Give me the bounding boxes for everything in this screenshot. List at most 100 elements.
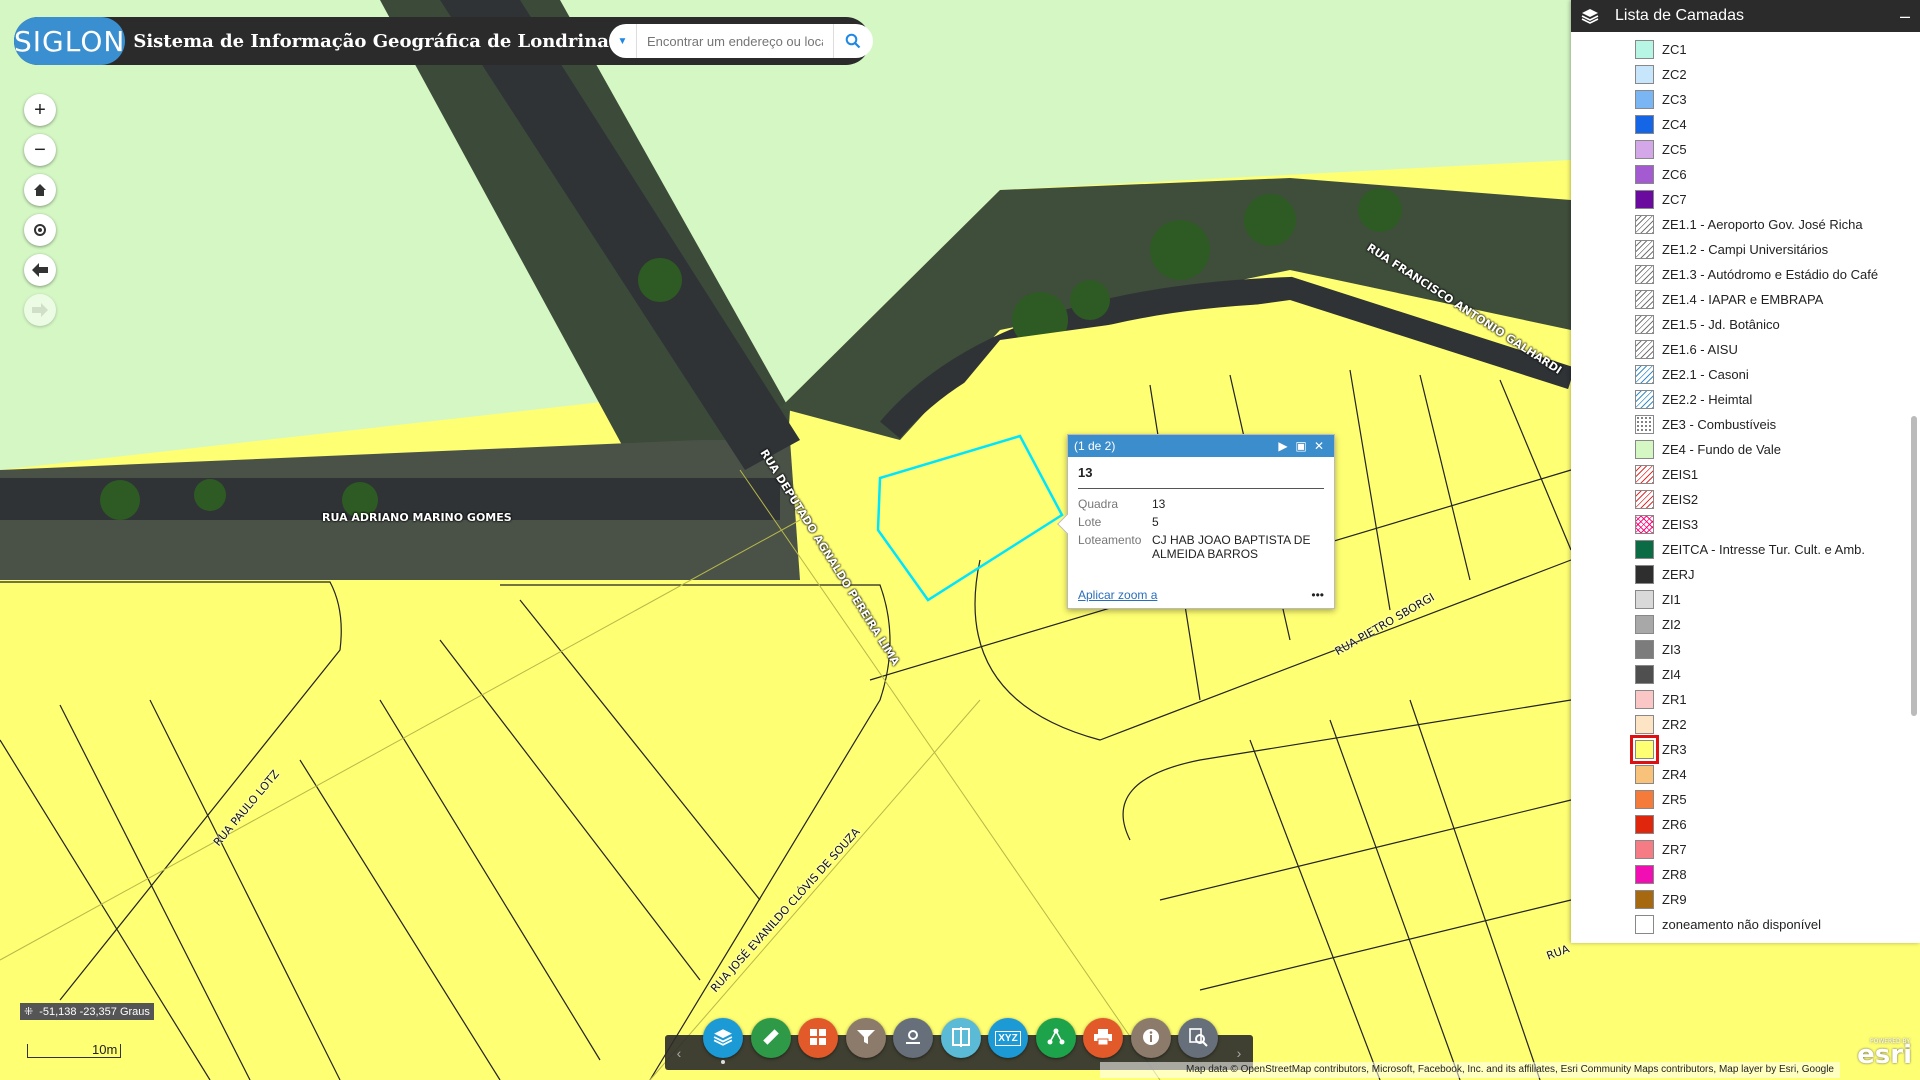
legend-item[interactable]: ZC1 [1635,38,1687,60]
legend-item[interactable]: ZE1.6 - AISU [1635,338,1738,360]
filter-icon [856,1028,876,1049]
app-header: SIGLON Sistema de Informação Geográfica … [14,17,873,65]
legend-list[interactable]: ZC1 ZC2 ZC3 ZC4 ZC5 ZC6 ZC7 ZE1.1 - Aeroporto G… [1571,32,1908,943]
zoom-in-button[interactable]: + [24,94,56,126]
legend-item[interactable]: ZR2 [1635,713,1687,735]
query-icon [1188,1027,1208,1050]
scroll-thumb[interactable] [1911,416,1917,716]
next-extent-button[interactable] [24,294,56,326]
search-button[interactable] [832,24,873,58]
legend-swatch [1635,314,1654,334]
legend-item[interactable]: ZI3 [1635,638,1681,660]
share-button[interactable] [1035,1018,1076,1058]
legend-item[interactable]: ZEITCA - Intresse Tur. Cult. e Amb. [1635,538,1865,560]
legend-item[interactable]: ZE4 - Fundo de Vale [1635,438,1781,460]
legend-item[interactable]: ZI2 [1635,613,1681,635]
legend-label: ZI1 [1662,591,1681,607]
maximize-icon[interactable]: ▣ [1292,439,1310,453]
legend-label: ZR2 [1662,716,1687,732]
legend-item[interactable]: ZC7 [1635,188,1687,210]
attribute-key: Loteamento [1078,533,1142,547]
legend-item[interactable]: ZC6 [1635,163,1687,185]
search-input[interactable] [636,26,833,56]
home-button[interactable] [24,174,56,206]
legend-swatch [1635,914,1654,934]
attribute-row: Lote 5 [1078,513,1324,531]
coordinate-readout[interactable]: ⁜ -51,138 -23,357 Graus [20,1003,154,1020]
next-feature-icon[interactable]: ▶ [1274,439,1292,453]
legend-swatch [1635,339,1654,359]
legend-item[interactable]: ZC2 [1635,63,1687,85]
basemap-gallery-icon [809,1028,827,1049]
query-button[interactable] [1178,1018,1218,1058]
xyz-coordinates-icon: XYZ [995,1030,1021,1046]
legend-swatch [1635,414,1654,434]
locate-button[interactable] [24,214,56,246]
legend-label: ZC5 [1662,141,1687,157]
legend-label: ZC4 [1662,116,1687,132]
legend-item[interactable]: ZERJ [1635,563,1695,585]
legend-item[interactable]: zoneamento não disponível [1635,913,1821,935]
legend-label: ZE1.6 - AISU [1662,341,1738,357]
legend-item[interactable]: ZI4 [1635,663,1681,685]
legend-item[interactable]: ZEIS2 [1635,488,1698,510]
legend-item[interactable]: ZR5 [1635,788,1687,810]
legend-item[interactable]: ZE1.2 - Campi Universitários [1635,238,1828,260]
legend-item[interactable]: ZC4 [1635,113,1687,135]
legend-item[interactable]: ZR7 [1635,838,1687,860]
scrollbar[interactable] [1910,32,1918,943]
xyz-coordinates-button[interactable]: XYZ [988,1018,1028,1058]
basemap-gallery-button[interactable] [798,1018,838,1058]
legend-item[interactable]: ZR9 [1635,888,1687,910]
legend-item[interactable]: ZC3 [1635,88,1687,110]
crosshair-small-icon: ⁜ [24,1006,34,1018]
legend-item[interactable]: ZI1 [1635,588,1681,610]
legend-item[interactable]: ZR1 [1635,688,1687,710]
layers-button[interactable] [703,1018,743,1058]
zoom-out-button[interactable]: − [24,134,56,166]
legend-item[interactable]: ZEIS1 [1635,463,1698,485]
popup-footer: Aplicar zoom a ••• [1078,588,1324,602]
legend-item[interactable]: ZE2.1 - Casoni [1635,363,1749,385]
siglon-logo[interactable]: SIGLON [14,17,126,65]
popup-header: (1 de 2) ▶ ▣ ✕ [1068,435,1334,457]
about-button[interactable] [1130,1018,1171,1058]
legend-swatch [1635,39,1654,59]
close-icon[interactable]: ✕ [1310,439,1328,453]
location-button[interactable] [893,1018,933,1058]
legend-swatch [1635,289,1654,309]
legend-item[interactable]: ZE3 - Combustíveis [1635,413,1776,435]
legend-item[interactable]: ZR3 [1630,734,1687,764]
legend-swatch [1635,714,1654,734]
toolbar-prev-button[interactable]: ‹ [665,1035,693,1070]
chevron-left-icon: ‹ [676,1044,682,1061]
coordinate-text: -51,138 -23,357 Graus [39,1005,150,1018]
legend-item[interactable]: ZE1.3 - Autódromo e Estádio do Café [1635,263,1878,285]
legend-item[interactable]: ZE1.1 - Aeroporto Gov. José Richa [1635,213,1863,235]
legend-item[interactable]: ZR8 [1635,863,1687,885]
legend-item[interactable]: ZR6 [1635,813,1687,835]
legend-item[interactable]: ZE1.4 - IAPAR e EMBRAPA [1635,288,1823,310]
more-options-icon[interactable]: ••• [1311,588,1324,602]
search-icon [846,33,861,49]
previous-extent-button[interactable] [24,254,56,286]
swipe-button[interactable] [940,1018,981,1058]
search-source-dropdown[interactable]: ▼ [609,24,637,58]
legend-swatch [1630,734,1659,764]
legend-swatch [1635,889,1654,909]
esri-logo[interactable]: POWERED BY esri [1848,1038,1912,1076]
legend-swatch [1635,64,1654,84]
attribute-row: Loteamento CJ HAB JOAO BAPTISTA DE ALMEI… [1078,531,1324,563]
legend-item[interactable]: ZR4 [1635,763,1687,785]
legend-item[interactable]: ZC5 [1635,138,1687,160]
legend-item[interactable]: ZE2.2 - Heimtal [1635,388,1752,410]
legend-item[interactable]: ZE1.5 - Jd. Botânico [1635,313,1780,335]
measure-button[interactable] [750,1018,791,1058]
minimize-icon[interactable]: – [1900,6,1910,27]
print-button[interactable] [1083,1018,1123,1058]
legend-item[interactable]: ZEIS3 [1635,513,1698,535]
legend-label: ZEIS1 [1662,466,1699,482]
filter-button[interactable] [845,1018,886,1058]
legend-label: ZC1 [1662,41,1687,57]
zoom-to-link[interactable]: Aplicar zoom a [1078,588,1157,602]
